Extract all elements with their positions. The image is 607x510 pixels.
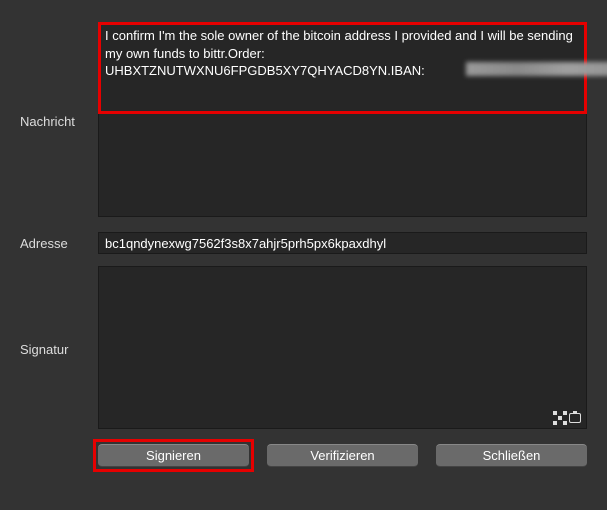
address-label: Adresse — [20, 232, 98, 254]
message-label: Nachricht — [20, 22, 98, 220]
address-input[interactable] — [98, 232, 587, 254]
verify-button[interactable]: Verifizieren — [267, 444, 418, 467]
message-input[interactable] — [98, 22, 587, 217]
close-button[interactable]: Schließen — [436, 444, 587, 467]
sign-button[interactable]: Signieren — [98, 444, 249, 467]
signature-label: Signatur — [20, 266, 98, 432]
qr-camera-icon[interactable] — [551, 408, 583, 428]
signature-input[interactable] — [98, 266, 587, 429]
